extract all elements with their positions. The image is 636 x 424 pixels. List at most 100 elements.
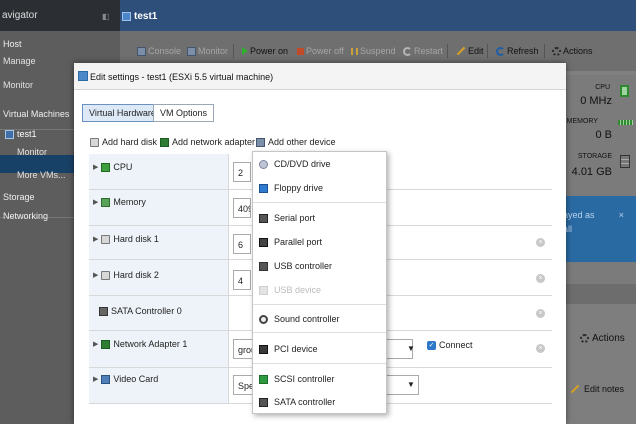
menu-item-label: Parallel port <box>274 237 323 247</box>
sidebar-item-test1-label: test1 <box>17 129 37 139</box>
add-hard-disk-button[interactable]: Add hard disk <box>90 137 157 147</box>
sata-controller-row-label: SATA Controller 0 <box>111 306 182 316</box>
menu-item-label: PCI device <box>274 344 318 354</box>
menu-item-usb-controller[interactable]: USB controller <box>259 261 332 271</box>
toolbar-separator <box>544 44 545 58</box>
hard-disk-icon <box>101 270 111 280</box>
menu-separator <box>253 202 386 203</box>
hard-disk-1-size-field[interactable]: 6 <box>233 234 251 254</box>
remove-hard-disk-1-icon[interactable]: × <box>536 238 545 247</box>
suspend-button[interactable]: Suspend <box>351 46 396 56</box>
sidebar-item-networking[interactable]: Networking <box>3 211 48 221</box>
pci-icon <box>259 344 268 354</box>
hard-disk-1-expander[interactable]: ▶ Hard disk 1 <box>93 234 159 244</box>
sidebar-item-vm-monitor[interactable]: Monitor <box>17 147 47 157</box>
add-network-adapter-button[interactable]: Add network adapter <box>160 137 255 147</box>
power-off-label: Power off <box>306 46 344 56</box>
add-hard-disk-label: Add hard disk <box>102 137 158 147</box>
menu-item-pci-device[interactable]: PCI device <box>259 344 318 354</box>
pencil-icon <box>570 384 580 394</box>
add-other-device-label: Add other device <box>268 137 336 147</box>
remove-network-adapter-icon[interactable]: × <box>536 344 545 353</box>
menu-item-serial-port[interactable]: Serial port <box>259 213 315 223</box>
menu-item-floppy-drive[interactable]: Floppy drive <box>259 183 323 193</box>
hardware-label-cell <box>89 190 229 225</box>
sata-icon <box>259 397 268 407</box>
pencil-icon <box>456 46 466 56</box>
caret-right-icon: ▶ <box>93 236 99 243</box>
menu-item-parallel-port[interactable]: Parallel port <box>259 237 322 247</box>
add-other-device-button[interactable]: Add other device <box>256 137 336 147</box>
memory-meter-icon <box>618 120 633 125</box>
sidebar-item-manage[interactable]: Manage <box>3 56 36 66</box>
sidebar-item-storage[interactable]: Storage <box>3 192 35 202</box>
refresh-label: Refresh <box>507 46 539 56</box>
cpu-value: 0 MHz <box>580 95 612 107</box>
edit-label: Edit <box>468 46 484 56</box>
cpu-label: CPU <box>595 84 610 91</box>
sata-controller-icon <box>99 306 108 316</box>
sidebar-item-test1[interactable]: test1 <box>5 129 37 139</box>
hard-disk-icon <box>90 137 99 147</box>
add-network-adapter-label: Add network adapter <box>172 137 256 147</box>
usb-device-icon <box>259 285 268 295</box>
menu-item-label: USB device <box>274 285 322 295</box>
video-card-icon <box>101 374 111 384</box>
close-icon[interactable]: × <box>619 210 624 220</box>
chevron-down-icon[interactable]: ▼ <box>407 344 415 353</box>
card-actions-button[interactable]: Actions <box>580 333 625 344</box>
menu-item-cd-dvd-drive[interactable]: CD/DVD drive <box>259 159 331 169</box>
actions-button[interactable]: Actions <box>552 46 593 56</box>
menu-item-label: USB controller <box>274 261 333 271</box>
remove-sata-controller-icon[interactable]: × <box>536 309 545 318</box>
sidebar-item-virtual-machines[interactable]: Virtual Machines <box>3 109 69 119</box>
monitor-button[interactable]: Monitor <box>187 46 228 56</box>
navigator-collapse-icon[interactable]: ◧ <box>102 12 110 21</box>
edit-notes-label: Edit notes <box>584 384 625 394</box>
menu-item-sata-controller[interactable]: SATA controller <box>259 397 335 407</box>
usb-controller-icon <box>259 261 268 271</box>
checkmark-icon: ✓ <box>427 340 436 350</box>
memory-expander[interactable]: ▶ Memory <box>93 197 146 207</box>
menu-item-sound-controller[interactable]: Sound controller <box>259 314 340 324</box>
console-button[interactable]: Console <box>137 46 181 56</box>
network-adapter-icon <box>160 137 169 147</box>
connect-checkbox[interactable]: ✓ Connect <box>427 340 473 350</box>
dialog-title: Edit settings - test1 (ESXi 5.5 virtual … <box>90 72 274 82</box>
hard-disk-2-size-field[interactable]: 4 <box>233 270 251 290</box>
network-adapter-1-row-label: Network Adapter 1 <box>113 339 188 349</box>
vm-icon <box>122 12 131 21</box>
restart-button[interactable]: Restart <box>403 46 443 56</box>
network-adapter-1-expander[interactable]: ▶ Network Adapter 1 <box>93 339 187 349</box>
cpu-count-field[interactable]: 2 <box>233 162 251 182</box>
notes-card-header <box>555 284 636 304</box>
power-off-button[interactable]: Power off <box>297 46 344 56</box>
tab-vm-options[interactable]: VM Options <box>153 104 215 122</box>
hard-disk-icon <box>101 234 111 244</box>
suspend-label: Suspend <box>360 46 396 56</box>
edit-notes-button[interactable]: Edit notes <box>570 384 624 394</box>
refresh-button[interactable]: Refresh <box>496 46 539 56</box>
sidebar-item-monitor[interactable]: Monitor <box>3 80 33 90</box>
caret-right-icon: ▶ <box>93 199 99 206</box>
video-card-expander[interactable]: ▶ Video Card <box>93 374 158 384</box>
remove-hard-disk-2-icon[interactable]: × <box>536 274 545 283</box>
hard-disk-2-expander[interactable]: ▶ Hard disk 2 <box>93 270 159 280</box>
scsi-icon <box>259 374 268 384</box>
tab-virtual-hardware[interactable]: Virtual Hardware <box>82 104 163 122</box>
cpu-expander[interactable]: ▶ CPU <box>93 162 132 172</box>
notification-banner: ayed as all × <box>555 196 636 262</box>
console-label: Console <box>148 46 182 56</box>
cpu-meter-icon <box>620 85 629 97</box>
power-on-button[interactable]: Power on <box>242 46 288 56</box>
tab-test1[interactable]: test1 <box>122 11 157 22</box>
play-icon <box>242 47 248 55</box>
toolbar-separator <box>487 44 488 58</box>
menu-item-scsi-controller[interactable]: SCSI controller <box>259 374 335 384</box>
menu-item-label: SATA controller <box>274 397 336 407</box>
chevron-down-icon[interactable]: ▼ <box>407 380 415 389</box>
sidebar-item-more-vms[interactable]: More VMs... <box>17 170 66 180</box>
sidebar-item-host[interactable]: Host <box>3 39 22 49</box>
edit-button[interactable]: Edit <box>456 46 484 56</box>
memory-size-field[interactable]: 4096 <box>233 198 251 218</box>
